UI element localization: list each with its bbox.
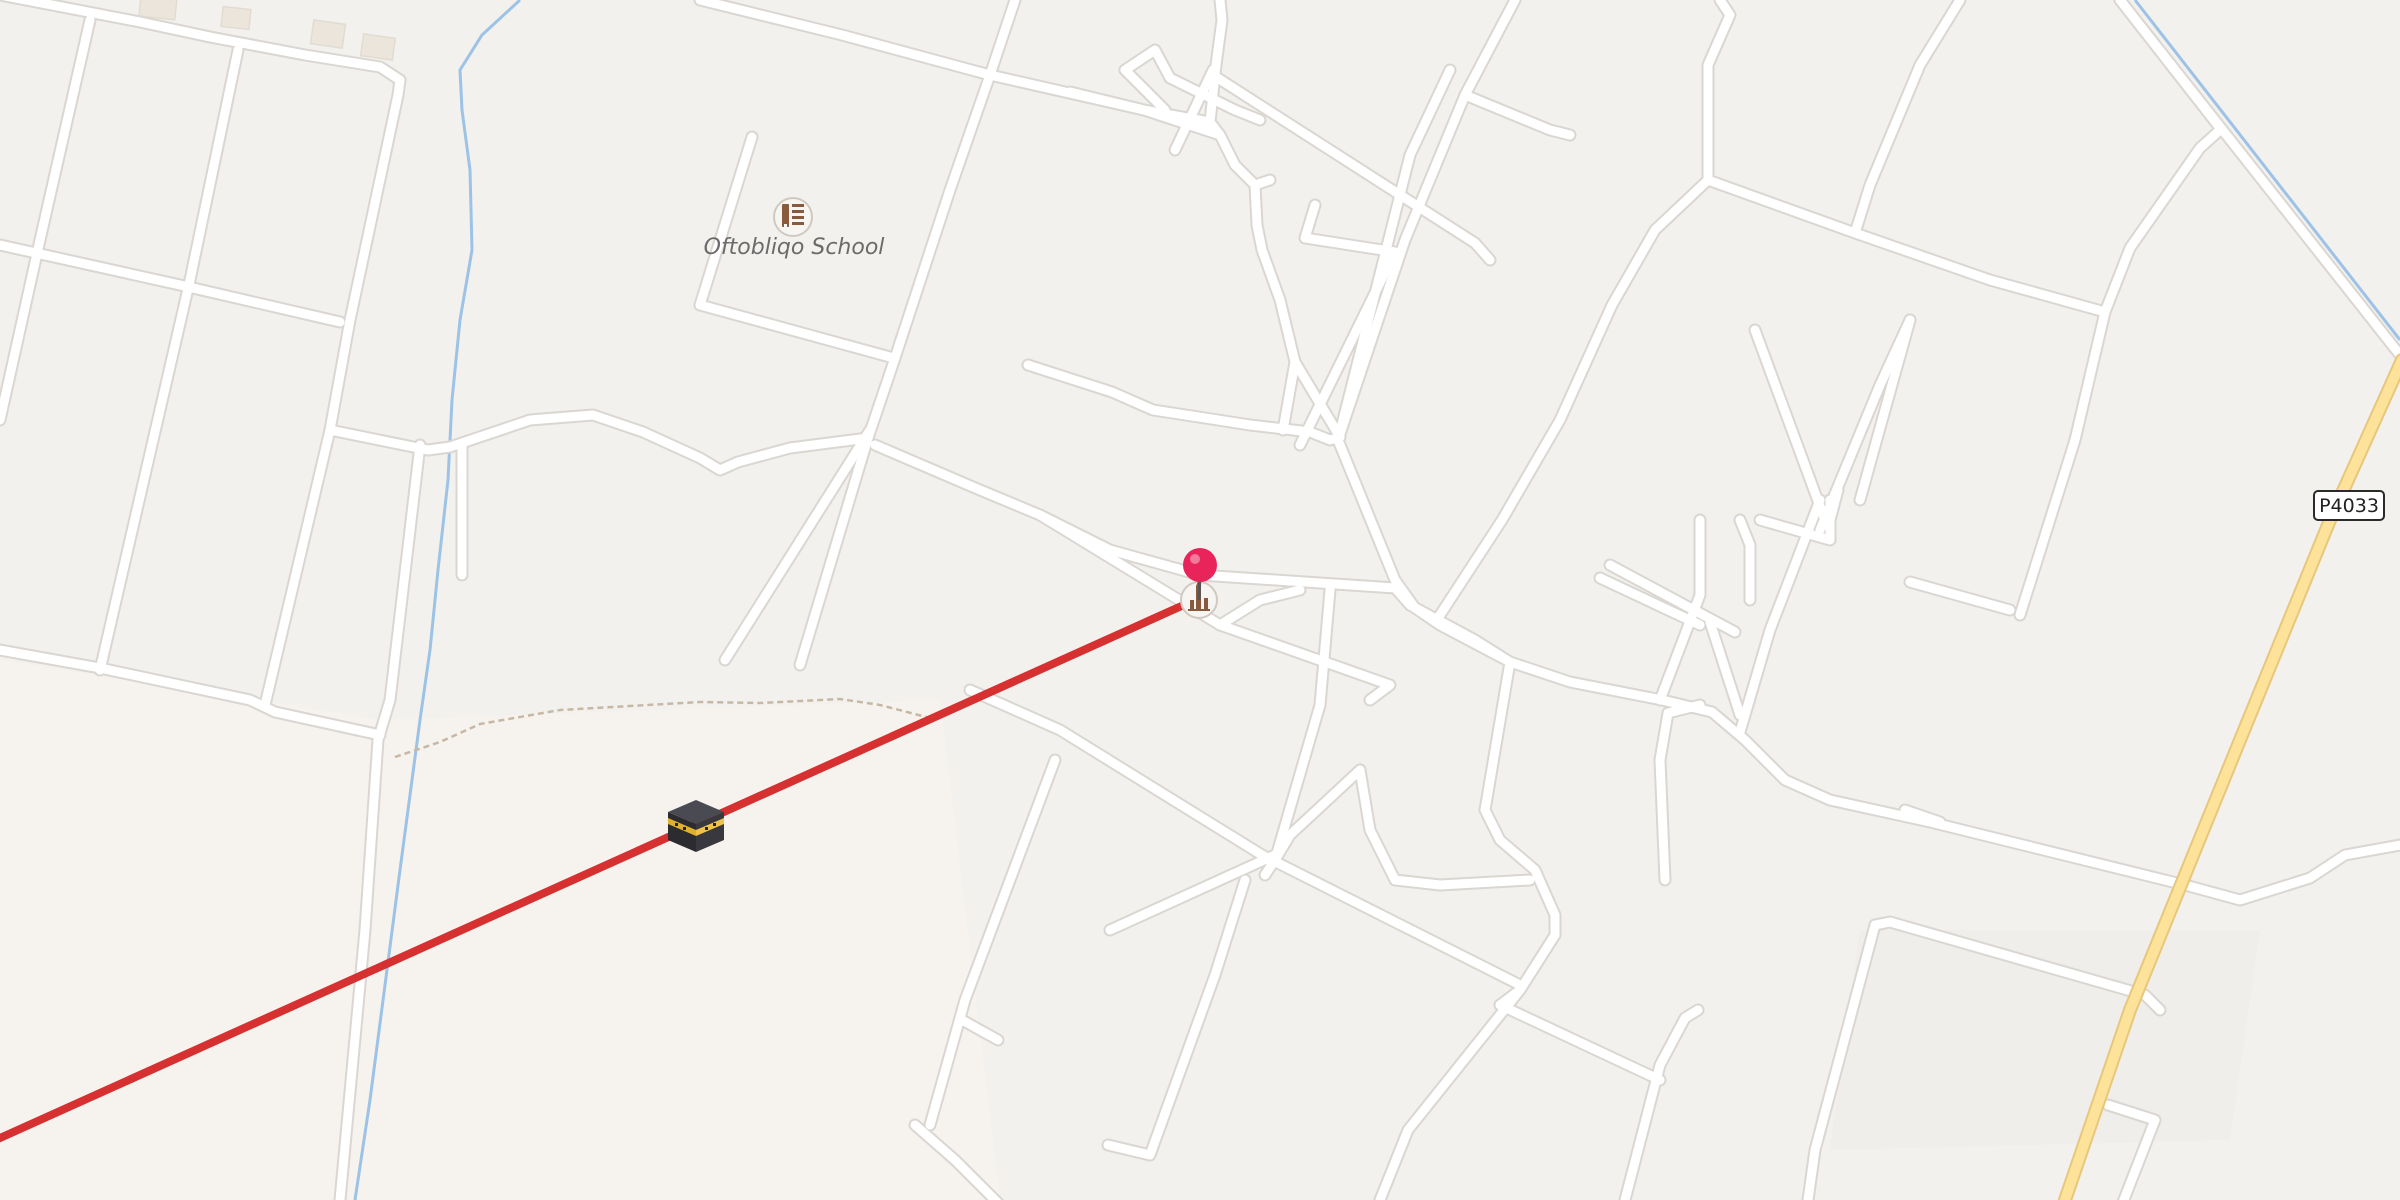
road-ref-label: Р4033 <box>2319 495 2379 517</box>
landuse-area <box>0 660 1000 1200</box>
road-shield: Р4033 <box>2313 490 2385 521</box>
location-pin-icon <box>1183 548 1217 582</box>
map-canvas[interactable]: Р4033 Oftobliqo School <box>0 0 2400 1200</box>
pin-highlight <box>1190 554 1200 564</box>
poi-label: Oftobliqo School <box>704 235 885 260</box>
